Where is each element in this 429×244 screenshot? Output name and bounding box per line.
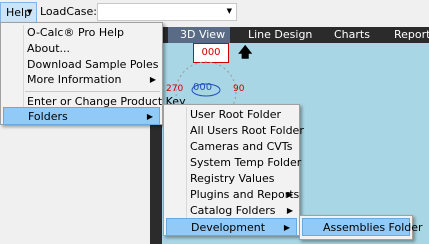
menu-item-label: Development [191,221,266,234]
help-menu: O-Calc® Pro Help About... Download Sampl… [0,22,186,125]
loadcase-dropdown[interactable]: ▼ [97,3,237,21]
submenu-arrow-icon: ▶ [283,223,290,232]
toolbar: Help ▼ LoadCase: ▼ [0,0,429,24]
menu-item-label: Folders [28,110,68,123]
dial-label-right: 90 [233,84,245,94]
loadcase-label: LoadCase: [40,5,98,18]
menu-separator [25,91,160,92]
submenu-arrow-icon: ▶ [149,75,156,84]
submenu-arrow-icon: ▶ [146,112,153,121]
menu-item-assemblies-folder[interactable]: Assemblies Folder [302,218,423,236]
tab-charts[interactable]: Charts [334,27,384,43]
tab-label: 3D View [180,28,226,41]
folders-submenu: User Root Folder All Users Root Folder C… [163,104,304,236]
tab-label: Reports [394,28,429,41]
dial-center-value: 000 [193,82,213,93]
help-menu-button[interactable]: Help ▼ [0,2,37,23]
menu-item-label: More Information [27,73,122,86]
tab-3d-view[interactable]: 3D View [168,27,230,43]
chevron-down-icon: ▼ [27,8,33,16]
tab-label: Line Design [248,28,313,41]
tab-strip: 3D View Line Design Charts Reports [162,27,429,43]
menu-item-folders[interactable]: Folders ▶ [3,107,160,125]
tab-line-design[interactable]: Line Design [248,27,318,43]
menu-item-development[interactable]: Development ▶ [166,218,297,236]
menu-item-label: Assemblies Folder [323,221,423,234]
tab-label: Charts [334,28,370,41]
tab-reports[interactable]: Reports [394,27,429,43]
chevron-down-icon: ▼ [226,7,232,15]
menu-item-more-information[interactable]: More Information ▶ [1,71,162,89]
development-submenu: Assemblies Folder [299,215,423,240]
